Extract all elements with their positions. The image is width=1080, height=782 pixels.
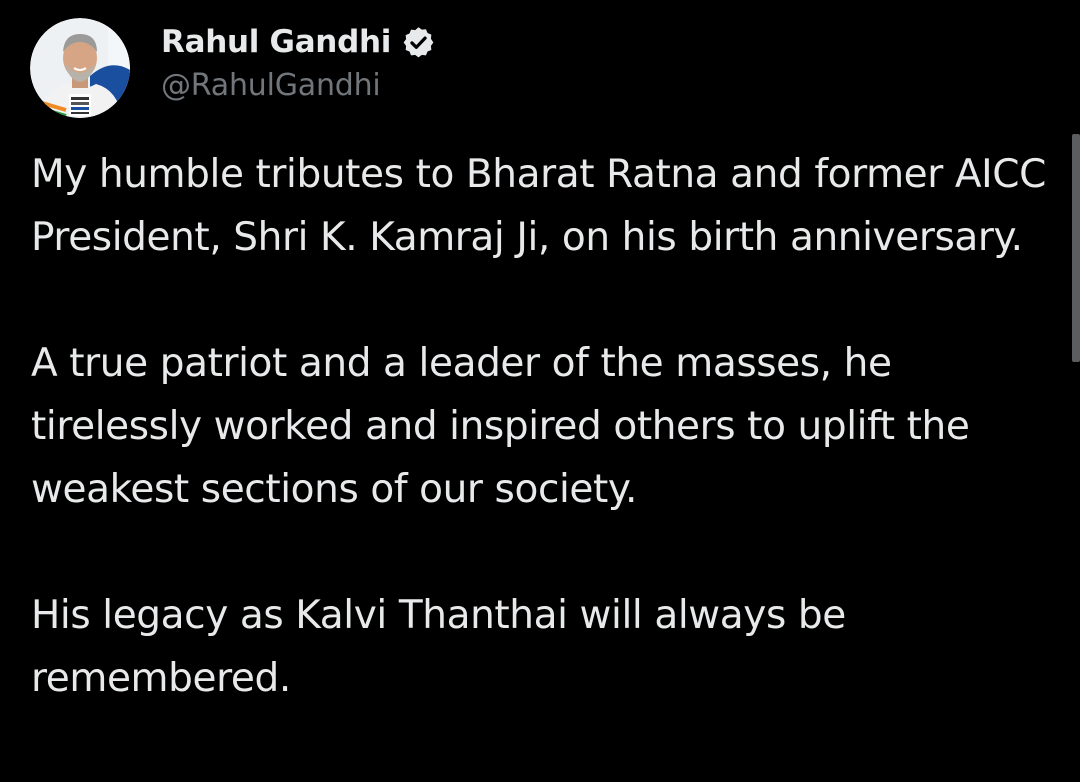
tweet-paragraph: My humble tributes to Bharat Ratna and f… bbox=[31, 152, 1046, 260]
tweet-paragraph: A true patriot and a leader of the masse… bbox=[31, 341, 970, 512]
author-handle[interactable]: @RahulGandhi bbox=[161, 68, 436, 103]
verified-badge-icon bbox=[401, 25, 436, 60]
tweet-paragraph: His legacy as Kalvi Thanthai will always… bbox=[31, 593, 846, 701]
scrollbar[interactable] bbox=[1072, 134, 1080, 362]
tweet-header: Rahul Gandhi @RahulGandhi bbox=[30, 18, 436, 118]
tweet-card: Rahul Gandhi @RahulGandhi My humble trib… bbox=[0, 0, 1080, 782]
avatar[interactable] bbox=[30, 18, 130, 118]
tweet-body: My humble tributes to Bharat Ratna and f… bbox=[31, 143, 1051, 710]
avatar-image bbox=[30, 18, 130, 118]
author-names: Rahul Gandhi @RahulGandhi bbox=[161, 20, 436, 103]
name-row: Rahul Gandhi bbox=[161, 20, 436, 64]
author-display-name[interactable]: Rahul Gandhi bbox=[161, 24, 391, 60]
